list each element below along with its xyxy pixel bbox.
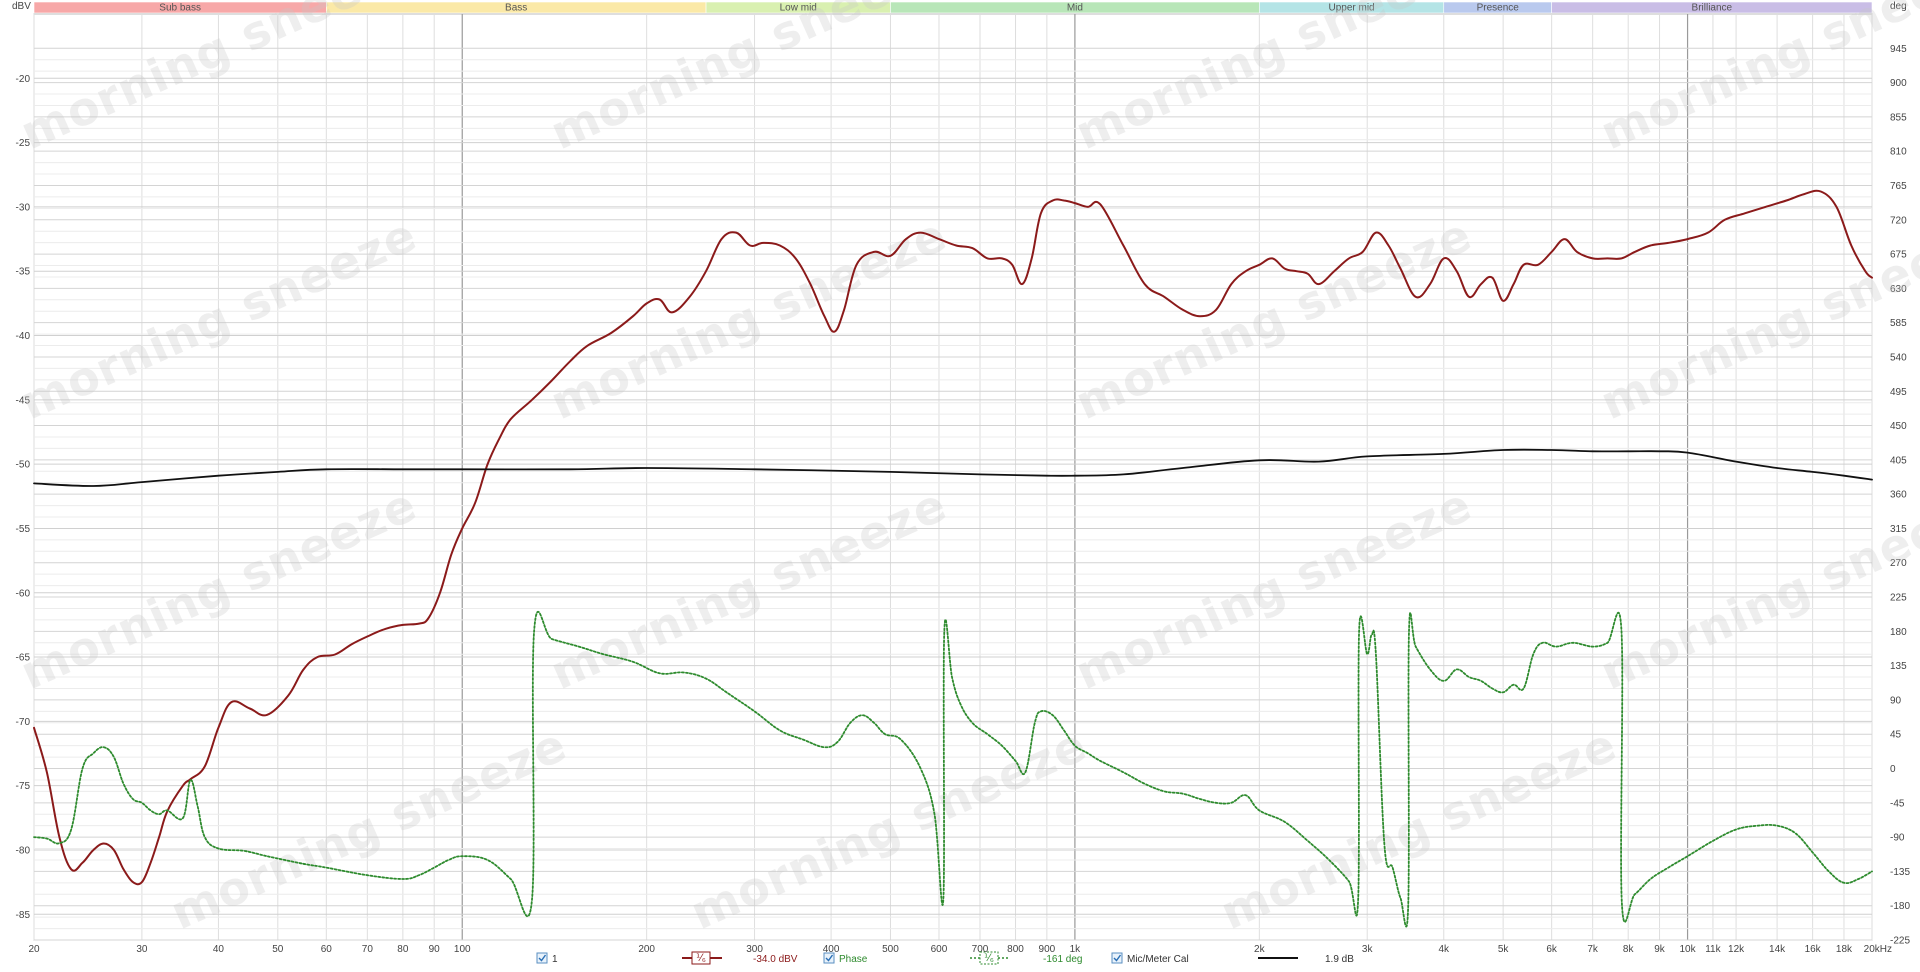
watermark-text: morning sneeze: [1593, 477, 1920, 700]
legend-label-cal: Mic/Meter Cal: [1127, 954, 1189, 965]
x-tick-label: 20: [28, 944, 40, 955]
watermark-text: morning sneeze: [543, 207, 955, 430]
y-right-tick-label: -135: [1890, 867, 1910, 878]
y-left-tick-label: -35: [16, 267, 31, 278]
x-tick-label: 11k: [1705, 944, 1721, 955]
x-tick-label: 60: [321, 944, 333, 955]
legend-smoothing-phase: ⅟₆: [984, 953, 994, 964]
x-tick-label: 9k: [1654, 944, 1666, 955]
series-line-mic-meter-cal: [33, 448, 1873, 487]
y-left-unit: dBV: [12, 1, 31, 12]
x-tick-label: 100: [454, 944, 471, 955]
band-label-3: Mid: [1067, 3, 1083, 14]
y-axis-right-deg: deg9459008558107657206756305855404954504…: [1890, 1, 1910, 947]
y-right-tick-label: -90: [1890, 833, 1905, 844]
x-tick-label: 70: [362, 944, 374, 955]
watermark-text: morning sneeze: [1213, 717, 1625, 940]
y-right-tick-label: 360: [1890, 490, 1907, 501]
x-tick-label: 3k: [1362, 944, 1374, 955]
y-left-tick-label: -20: [16, 74, 31, 85]
band-label-6: Brilliance: [1692, 3, 1733, 14]
y-right-tick-label: 135: [1890, 661, 1907, 672]
x-tick-label: 12k: [1728, 944, 1745, 955]
watermark-text: morning sneeze: [543, 0, 955, 160]
band-label-5: Presence: [1477, 3, 1520, 14]
x-tick-label: 20kHz: [1864, 944, 1892, 955]
y-right-tick-label: 900: [1890, 78, 1907, 89]
y-right-tick-label: 450: [1890, 421, 1907, 432]
y-left-tick-label: -50: [16, 460, 31, 471]
y-left-tick-label: -55: [16, 524, 31, 535]
watermark-text: morning sneeze: [1593, 0, 1920, 160]
y-left-tick-label: -85: [16, 910, 31, 921]
band-label-0: Sub bass: [159, 3, 201, 14]
x-tick-label: 6k: [1546, 944, 1558, 955]
watermark-text: morning sneeze: [1068, 0, 1480, 160]
y-right-tick-label: -225: [1890, 936, 1910, 947]
legend-smoothing-1: ⅟₆: [696, 953, 706, 964]
legend-value-cal: 1.9 dB: [1325, 954, 1354, 965]
x-tick-label: 500: [882, 944, 899, 955]
watermark-text: morning sneeze: [683, 717, 1095, 940]
x-tick-label: 2k: [1254, 944, 1266, 955]
y-right-tick-label: 540: [1890, 352, 1907, 363]
x-tick-label: 40: [213, 944, 225, 955]
legend-label-1: 1: [552, 954, 558, 965]
watermark-text: morning sneeze: [1068, 477, 1480, 700]
y-right-tick-label: -180: [1890, 901, 1910, 912]
x-tick-label: 7k: [1587, 944, 1599, 955]
x-tick-label: 8k: [1623, 944, 1635, 955]
y-right-tick-label: 855: [1890, 112, 1907, 123]
y-left-tick-label: -30: [16, 202, 31, 213]
band-label-1: Bass: [505, 3, 527, 14]
y-right-tick-label: -45: [1890, 798, 1905, 809]
y-left-tick-label: -40: [16, 331, 31, 342]
y-right-tick-label: 0: [1890, 764, 1896, 775]
x-tick-label: 10k: [1680, 944, 1697, 955]
y-left-tick-label: -75: [16, 781, 31, 792]
x-tick-label: 80: [397, 944, 409, 955]
y-left-tick-label: -70: [16, 717, 31, 728]
legend-value-magnitude: -34.0 dBV: [753, 954, 798, 965]
x-tick-label: 4k: [1438, 944, 1450, 955]
x-tick-label: 18k: [1836, 944, 1853, 955]
x-tick-label: 600: [931, 944, 948, 955]
y-right-tick-label: 225: [1890, 593, 1907, 604]
x-tick-label: 30: [136, 944, 148, 955]
y-right-tick-label: 405: [1890, 455, 1907, 466]
x-tick-label: 200: [638, 944, 655, 955]
y-right-tick-label: 90: [1890, 695, 1902, 706]
x-axis-frequency: 20 30 40 50 60 70 80 90 100 200 300 400 500 600 700 800…: [28, 944, 1892, 955]
x-tick-label: 90: [429, 944, 441, 955]
y-right-tick-label: 495: [1890, 387, 1907, 398]
x-tick-label: 16k: [1805, 944, 1822, 955]
legend-value-phase: -161 deg: [1043, 954, 1082, 965]
y-right-tick-label: 180: [1890, 627, 1907, 638]
x-tick-label: 14k: [1769, 944, 1786, 955]
watermark-text: morning sneeze: [1068, 207, 1480, 430]
legend-checkbox-1: [536, 952, 548, 964]
y-right-tick-label: 810: [1890, 147, 1907, 158]
legend-label-phase: Phase: [839, 954, 868, 965]
watermark-text: morning sneeze: [1593, 207, 1920, 430]
legend-checkbox-cal: [1111, 952, 1123, 964]
x-tick-label: 5k: [1498, 944, 1510, 955]
y-right-tick-label: 720: [1890, 215, 1907, 226]
frequency-response-chart: Sub bass Bass Low mid Mid Upper mid Presence B…: [12, 0, 1920, 965]
y-left-tick-label: -60: [16, 588, 31, 599]
y-left-tick-label: -80: [16, 845, 31, 856]
y-right-tick-label: 765: [1890, 181, 1907, 192]
watermark-text: morning sneeze: [163, 717, 575, 940]
y-right-tick-label: 45: [1890, 730, 1902, 741]
y-right-tick-label: 585: [1890, 318, 1907, 329]
y-right-tick-label: 945: [1890, 44, 1907, 55]
legend-checkbox-phase: [823, 952, 835, 964]
watermark-text: morning sneeze: [543, 477, 955, 700]
x-tick-label: 800: [1007, 944, 1024, 955]
x-tick-label: 50: [272, 944, 284, 955]
